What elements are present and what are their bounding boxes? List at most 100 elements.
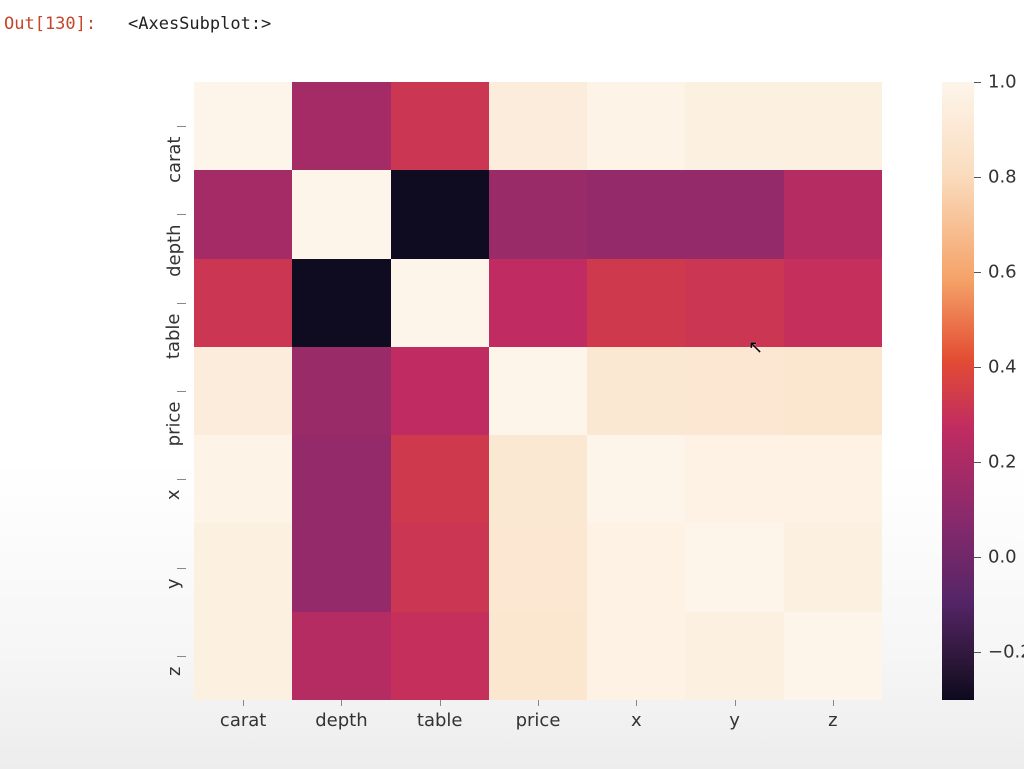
heatmap-cell [391,612,489,700]
heatmap-cell [784,347,882,435]
colorbar-tick [974,82,981,83]
colorbar-tick-label: −0.2 [988,642,1024,663]
heatmap-axes [194,82,882,700]
y-tick [177,568,186,569]
heatmap-cell [194,612,292,700]
y-tick-label: price [164,402,185,447]
heatmap-cell [292,435,390,523]
heatmap-cell [391,82,489,170]
heatmap-cell [391,170,489,258]
heatmap-cell [194,435,292,523]
heatmap-cell [685,612,783,700]
heatmap-cell [391,435,489,523]
heatmap-cell [784,259,882,347]
y-tick-label: depth [164,225,185,277]
heatmap-cell [292,347,390,435]
x-tick-label: table [417,710,463,731]
heatmap-cell [685,170,783,258]
colorbar: 1.00.80.60.40.20.0−0.2 [942,82,974,700]
colorbar-tick-label: 0.8 [988,167,1017,188]
heatmap-cell [292,259,390,347]
heatmap-cell [489,259,587,347]
y-tick [177,126,186,127]
colorbar-tick [974,557,981,558]
heatmap-cell [489,170,587,258]
y-tick-label: y [164,578,185,589]
heatmap-cell [587,259,685,347]
x-tick [538,700,539,706]
heatmap-row [194,347,882,435]
heatmap-cell [391,523,489,611]
y-tick-label: x [164,490,185,501]
x-tick-label: y [729,710,740,731]
x-tick-label: x [631,710,642,731]
notebook-output-cell: Out[130]: <AxesSubplot:> caratdepthtable… [0,0,1024,769]
heatmap-row [194,612,882,700]
y-tick-label: table [164,313,185,359]
y-tick [177,303,186,304]
colorbar-tick [974,652,981,653]
x-tick [636,700,637,706]
heatmap-row [194,82,882,170]
colorbar-tick [974,177,981,178]
heatmap-figure: caratdepthtablepricexyz caratdepthtablep… [128,82,1008,752]
heatmap-cell [194,82,292,170]
heatmap-row [194,259,882,347]
colorbar-tick-label: 1.0 [988,72,1017,93]
heatmap-cell [292,82,390,170]
heatmap-cell [685,523,783,611]
heatmap-cell [587,612,685,700]
colorbar-tick-label: 0.0 [988,547,1017,568]
heatmap-cell [685,259,783,347]
heatmap-cell [784,82,882,170]
heatmap-cell [292,612,390,700]
x-tick [341,700,342,706]
heatmap-cell [685,435,783,523]
colorbar-tick [974,272,981,273]
heatmap-cell [194,259,292,347]
heatmap-cell [587,523,685,611]
heatmap-cell [489,612,587,700]
heatmap-cell [784,523,882,611]
heatmap-cell [489,82,587,170]
heatmap-row [194,170,882,258]
heatmap-row [194,523,882,611]
x-tick-label: price [516,710,561,731]
heatmap-cell [685,347,783,435]
x-tick [833,700,834,706]
heatmap-cell [292,170,390,258]
colorbar-tick [974,462,981,463]
colorbar-tick-label: 0.4 [988,357,1017,378]
y-tick [177,391,186,392]
x-tick [440,700,441,706]
output-prompt-label: Out[130]: [4,14,96,34]
heatmap-cell [784,435,882,523]
heatmap-cell [587,435,685,523]
heatmap-cell [587,347,685,435]
y-tick [177,214,186,215]
y-tick-label: z [164,666,185,675]
x-tick [735,700,736,706]
y-tick [177,479,186,480]
x-tick-label: carat [220,710,266,731]
heatmap-cell [489,435,587,523]
x-tick-label: z [828,710,837,731]
colorbar-tick-label: 0.2 [988,452,1017,473]
y-tick-label: carat [164,137,185,183]
heatmap-cell [784,170,882,258]
heatmap-cell [292,523,390,611]
heatmap-cell [194,347,292,435]
heatmap-cell [685,82,783,170]
colorbar-gradient [942,82,974,700]
heatmap-cell [587,170,685,258]
y-tick [177,656,186,657]
heatmap-cell [194,523,292,611]
colorbar-ticks: 1.00.80.60.40.20.0−0.2 [974,82,1024,700]
colorbar-tick [974,367,981,368]
heatmap-cell [784,612,882,700]
heatmap-cell [391,347,489,435]
x-axis: caratdepthtablepricexyz [194,700,882,740]
colorbar-tick-label: 0.6 [988,262,1017,283]
heatmap-cell [194,170,292,258]
heatmap-cell [489,523,587,611]
